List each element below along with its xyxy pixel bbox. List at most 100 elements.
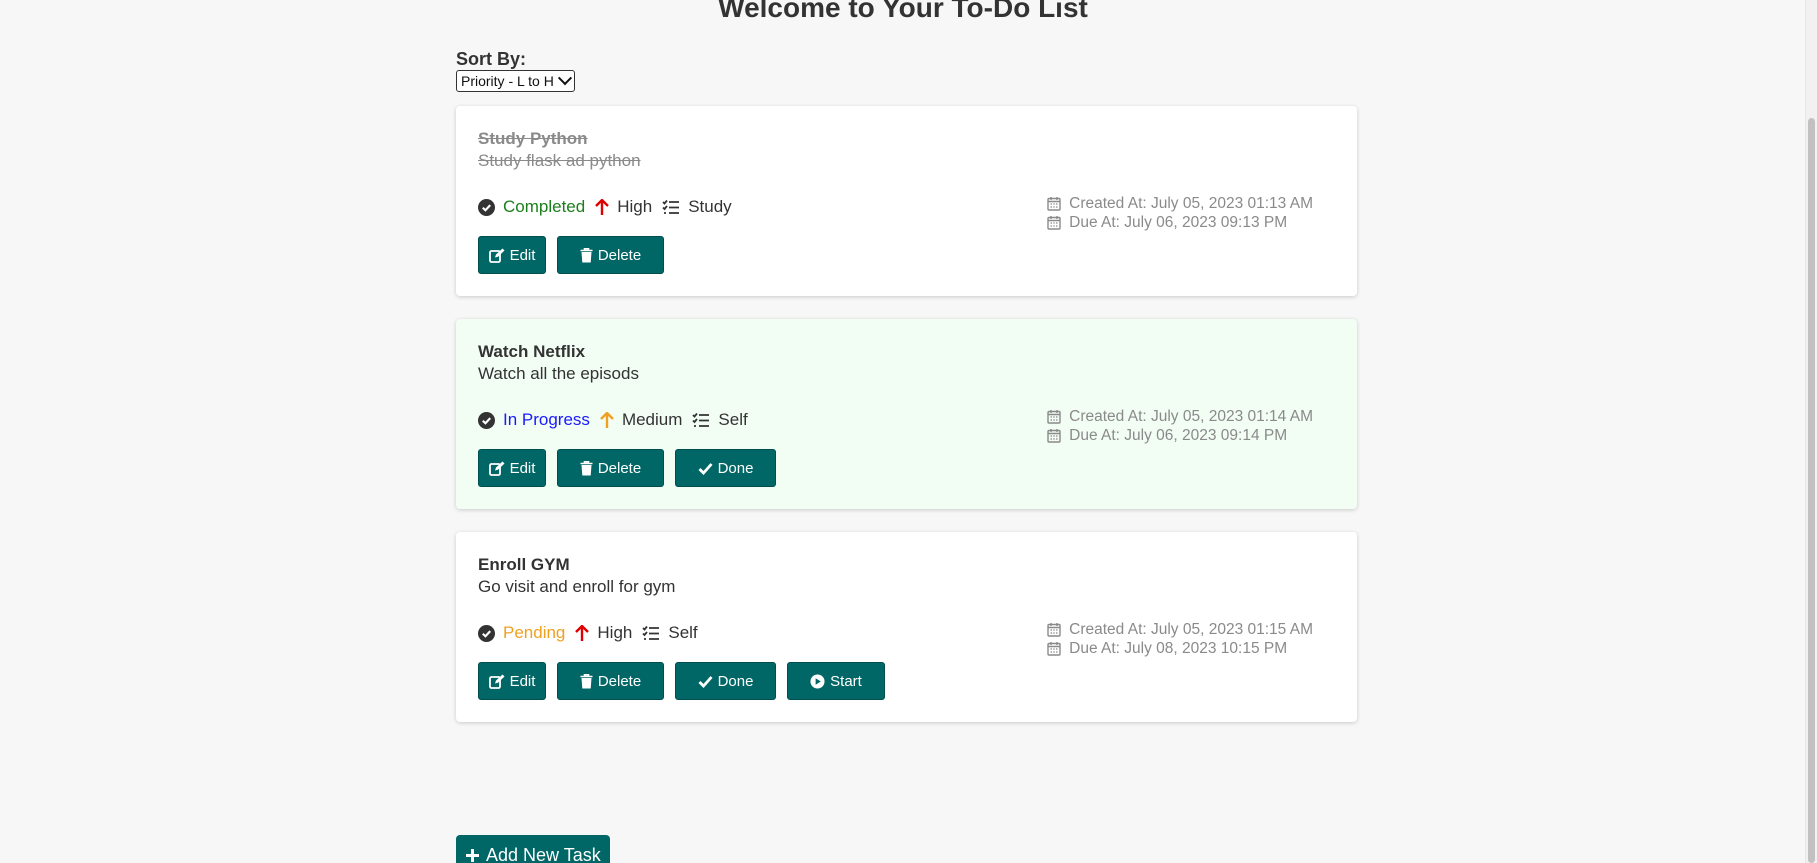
edit-button[interactable]: Edit xyxy=(478,236,546,274)
task-category: Self xyxy=(692,410,748,430)
task-priority: High xyxy=(595,197,652,217)
task-dates: Created At: July 05, 2023 01:14 AM Due A… xyxy=(1047,407,1313,445)
viewport: Welcome to Your To-Do List Sort By: Prio… xyxy=(0,0,1817,863)
check-circle-icon xyxy=(478,624,495,642)
due-at-text: Due At: July 06, 2023 09:13 PM xyxy=(1069,214,1288,231)
delete-button[interactable]: Delete xyxy=(557,236,664,274)
edit-label: Edit xyxy=(509,672,536,690)
delete-label: Delete xyxy=(597,459,642,477)
calendar-icon xyxy=(1047,197,1061,211)
task-category: Self xyxy=(642,623,698,643)
edit-button[interactable]: Edit xyxy=(478,449,546,487)
vertical-scrollbar[interactable] xyxy=(1805,0,1817,863)
chevron-down-icon xyxy=(557,71,572,86)
sort-select[interactable]: Priority - L to H xyxy=(456,70,575,92)
delete-label: Delete xyxy=(597,672,642,690)
due-at-text: Due At: July 06, 2023 09:14 PM xyxy=(1069,427,1288,444)
task-dates: Created At: July 05, 2023 01:13 AM Due A… xyxy=(1047,194,1313,232)
task-status: Pending xyxy=(478,623,565,643)
task-title: Study Python xyxy=(478,129,588,148)
created-date: Created At: July 05, 2023 01:15 AM xyxy=(1047,620,1313,639)
category-text: Self xyxy=(718,410,748,429)
created-at-text: Created At: July 05, 2023 01:14 AM xyxy=(1069,408,1313,425)
page-title: Welcome to Your To-Do List xyxy=(718,0,1088,23)
category-text: Study xyxy=(688,197,732,216)
calendar-icon xyxy=(1047,623,1061,637)
task-actions: Edit Delete xyxy=(478,236,664,274)
delete-label: Delete xyxy=(597,246,642,264)
due-date: Due At: July 06, 2023 09:13 PM xyxy=(1047,213,1313,232)
arrow-up-icon xyxy=(595,198,610,215)
edit-label: Edit xyxy=(509,246,536,264)
calendar-icon xyxy=(1047,642,1061,656)
task-description: Go visit and enroll for gym xyxy=(478,577,676,596)
calendar-icon xyxy=(1047,216,1061,230)
task-priority: High xyxy=(575,623,632,643)
priority-text: High xyxy=(617,197,653,216)
edit-label: Edit xyxy=(509,459,536,477)
check-icon xyxy=(698,675,713,688)
task-actions: Edit Delete Done xyxy=(478,449,776,487)
created-date: Created At: July 05, 2023 01:13 AM xyxy=(1047,194,1313,213)
add-new-task-label: Add New Task xyxy=(486,844,601,863)
trash-icon xyxy=(580,247,593,262)
priority-text: Medium xyxy=(621,410,683,429)
category-text: Self xyxy=(668,623,698,642)
done-label: Done xyxy=(717,459,754,477)
task-status: Completed xyxy=(478,197,585,217)
arrow-up-icon xyxy=(575,624,590,641)
plus-icon xyxy=(466,848,479,862)
done-button[interactable]: Done xyxy=(675,449,776,487)
task-title: Enroll GYM xyxy=(478,555,570,574)
status-text: In Progress xyxy=(503,410,590,429)
task-card: Study Python Study flask ad python Compl… xyxy=(456,106,1357,296)
created-at-text: Created At: July 05, 2023 01:15 AM xyxy=(1069,621,1313,638)
task-title: Watch Netflix xyxy=(478,342,586,361)
check-circle-icon xyxy=(478,411,495,429)
sort-select-value: Priority - L to H xyxy=(461,73,554,89)
task-card: Watch Netflix Watch all the episods In P… xyxy=(456,319,1357,509)
done-button[interactable]: Done xyxy=(675,662,776,700)
scrollbar-thumb[interactable] xyxy=(1808,118,1815,863)
list-check-icon xyxy=(692,412,710,427)
start-button[interactable]: Start xyxy=(787,662,885,700)
sort-label: Sort By: xyxy=(456,49,527,69)
arrow-up-icon xyxy=(600,411,614,428)
task-container: Sort By: Priority - L to H Study Python … xyxy=(456,48,1357,722)
task-description: Study flask ad python xyxy=(478,151,641,170)
status-text: Completed xyxy=(503,197,586,216)
task-dates: Created At: July 05, 2023 01:15 AM Due A… xyxy=(1047,620,1313,658)
list-check-icon xyxy=(662,199,680,214)
task-status: In Progress xyxy=(478,410,590,430)
status-text: Pending xyxy=(503,623,566,642)
task-description: Watch all the episods xyxy=(478,364,639,383)
edit-icon xyxy=(488,248,505,263)
delete-button[interactable]: Delete xyxy=(557,449,664,487)
edit-button[interactable]: Edit xyxy=(478,662,546,700)
done-label: Done xyxy=(717,672,754,690)
trash-icon xyxy=(580,673,593,688)
play-circle-icon xyxy=(810,673,825,689)
edit-icon xyxy=(488,461,505,476)
created-date: Created At: July 05, 2023 01:14 AM xyxy=(1047,407,1313,426)
sort-section: Sort By: Priority - L to H xyxy=(456,48,1357,92)
calendar-icon xyxy=(1047,410,1061,424)
start-label: Start xyxy=(830,672,862,690)
list-check-icon xyxy=(642,625,660,640)
add-new-task-button[interactable]: Add New Task xyxy=(456,835,610,863)
priority-text: High xyxy=(597,623,633,642)
due-at-text: Due At: July 08, 2023 10:15 PM xyxy=(1069,640,1288,657)
task-card: Enroll GYM Go visit and enroll for gym P… xyxy=(456,532,1357,722)
edit-icon xyxy=(488,674,505,689)
trash-icon xyxy=(580,460,593,475)
task-actions: Edit Delete Done Start xyxy=(478,662,885,700)
due-date: Due At: July 08, 2023 10:15 PM xyxy=(1047,639,1313,658)
check-icon xyxy=(698,462,713,475)
due-date: Due At: July 06, 2023 09:14 PM xyxy=(1047,426,1313,445)
check-circle-icon xyxy=(478,198,495,216)
calendar-icon xyxy=(1047,429,1061,443)
delete-button[interactable]: Delete xyxy=(557,662,664,700)
task-priority: Medium xyxy=(600,410,682,430)
task-category: Study xyxy=(662,197,732,217)
created-at-text: Created At: July 05, 2023 01:13 AM xyxy=(1069,195,1313,212)
